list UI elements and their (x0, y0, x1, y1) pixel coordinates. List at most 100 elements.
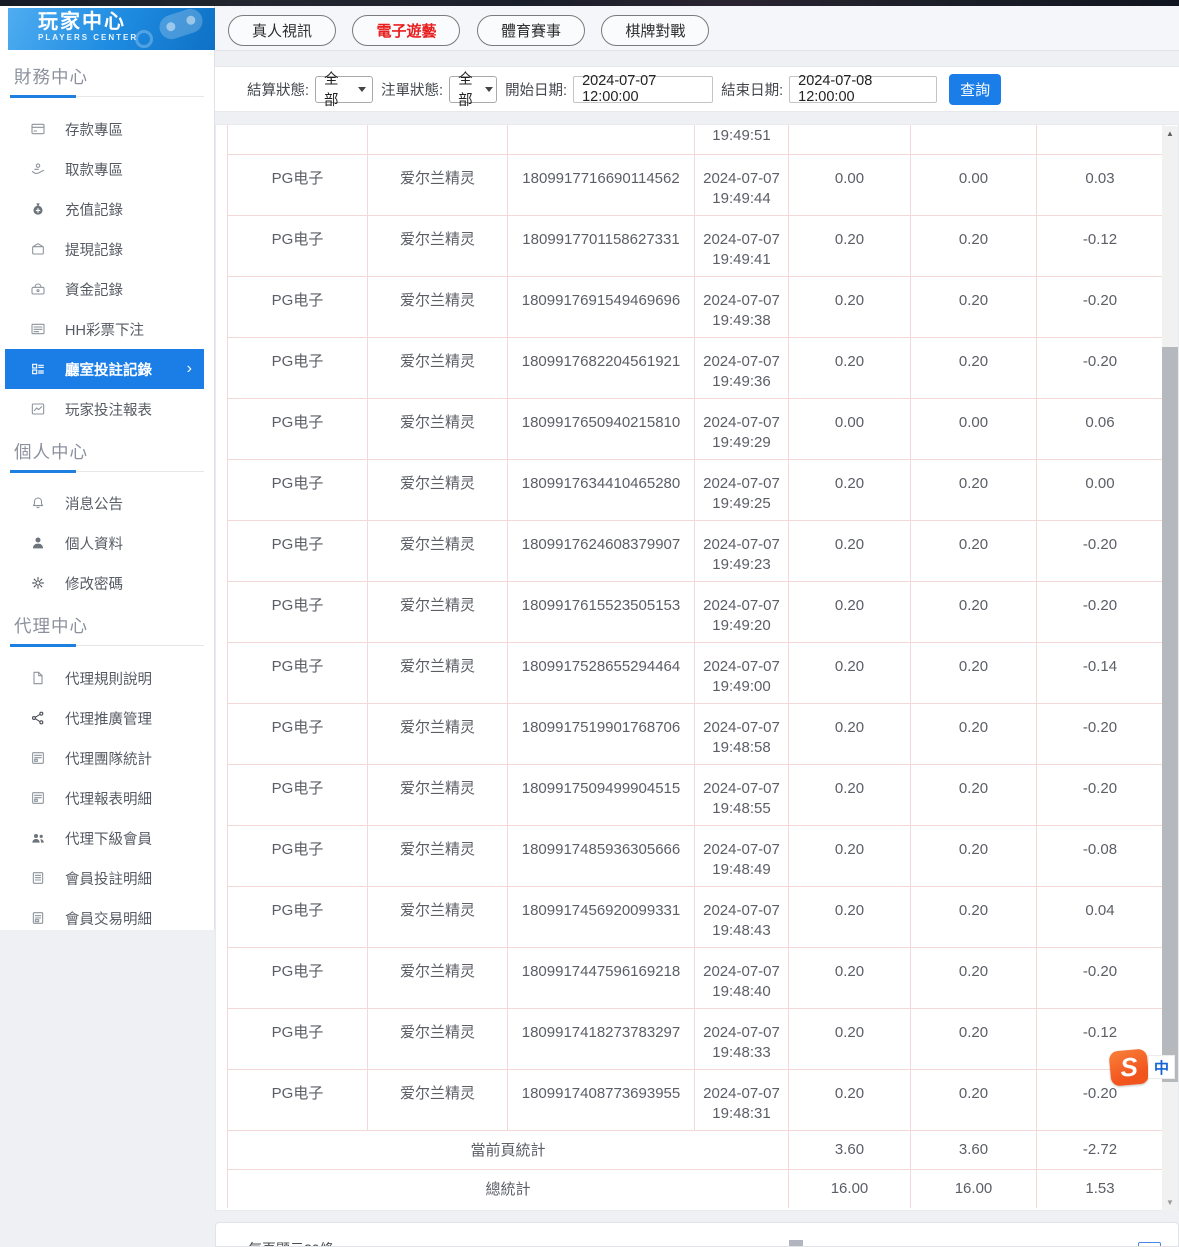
settle-status-select[interactable]: 全部 (315, 72, 374, 109)
cell-valid-amount: 0.20 (910, 702, 1037, 765)
total-summary-profit: 1.53 (1036, 1168, 1164, 1208)
cell-provider: PG电子 (227, 580, 368, 643)
cell-provider: PG电子 (227, 336, 368, 399)
table-row: PG电子 爱尔兰精灵 1809917634410465280 2024-07-0… (227, 458, 1164, 521)
cell-bet-amount: 0.20 (788, 275, 911, 338)
circle-decoration (135, 30, 153, 48)
app-subtitle: PLAYERS CENTER (38, 33, 139, 42)
sidebar-item-member-transaction-detail[interactable]: 會員交易明細 (0, 898, 214, 938)
search-button[interactable]: 查詢 (949, 73, 1002, 105)
sidebar-item-deposit[interactable]: 存款專區 (0, 109, 214, 149)
person-icon (30, 535, 46, 551)
cell-provider: PG电子 (227, 763, 368, 826)
sidebar-item-player-report[interactable]: 玩家投注報表 (0, 389, 214, 429)
section-divider (10, 95, 204, 98)
cell-game: 爱尔兰精灵 (367, 641, 508, 704)
chevron-right-icon: › (186, 360, 192, 377)
bell-icon (30, 495, 46, 511)
withdraw-hand-icon (30, 161, 46, 177)
table-row: PG电子 爱尔兰精灵 1809917408773693955 2024-07-0… (227, 1068, 1164, 1131)
sidebar-item-change-password[interactable]: 修改密碼 (0, 563, 214, 603)
tab-sports[interactable]: 體育賽事 (476, 15, 585, 46)
cell-profit: -0.12 (1036, 214, 1164, 277)
section-title-agent: 代理中心 (14, 616, 88, 636)
sidebar-item-agent-rules[interactable]: 代理規則說明 (0, 658, 214, 698)
cell-bet-time: 2024-07-07 19:48:49 (694, 824, 789, 887)
cell-valid-amount: 0.20 (910, 214, 1037, 277)
sidebar-item-agent-report-detail[interactable]: 代理報表明細 (0, 778, 214, 818)
sidebar-item-funds-record[interactable]: 資金記錄 (0, 269, 214, 309)
cell-profit: 0.00 (1036, 458, 1164, 521)
cell-game: 爱尔兰精灵 (367, 519, 508, 582)
cell-bet-id: 1809917519901768706 (507, 702, 695, 765)
cell-profit: -0.20 (1036, 580, 1164, 643)
cell-profit: 0.03 (1036, 153, 1164, 216)
cell-bet-time: 2024-07-07 19:49:00 (694, 641, 789, 704)
cell-valid-amount: 0.20 (910, 885, 1037, 948)
sidebar-item-member-bet-detail[interactable]: 會員投註明細 (0, 858, 214, 898)
cell-bet-id: 1809917418273783297 (507, 1007, 695, 1070)
cell-provider: PG电子 (227, 702, 368, 765)
sidebar: 玩家中心 PLAYERS CENTER 財務中心 存款專區 取款專區 充值記錄 … (0, 6, 215, 930)
cell-valid-amount: 0.20 (910, 763, 1037, 826)
people-icon (30, 830, 46, 846)
start-date-input[interactable]: 2024-07-07 12:00:00 (573, 73, 714, 105)
cell-bet-amount: 0.20 (788, 702, 911, 765)
cell-bet-id: 1809917624608379907 (507, 519, 695, 582)
cell-profit: -0.20 (1036, 946, 1164, 1009)
cell-valid-amount: 0.20 (910, 824, 1037, 887)
chevron-down-icon (358, 86, 367, 92)
sidebar-item-profile[interactable]: 個人資料 (0, 523, 214, 563)
cell-bet-id: 1809917456920099331 (507, 885, 695, 948)
sidebar-item-recharge-record[interactable]: 充值記錄 (0, 189, 214, 229)
cell-bet-amount: 0.20 (788, 336, 911, 399)
ime-widget: S 中 (1108, 1048, 1176, 1090)
sidebar-item-lottery-bets[interactable]: HH彩票下注 (0, 309, 214, 349)
scroll-up-button[interactable]: ▲ (1162, 129, 1178, 138)
vertical-scrollbar[interactable]: ▲ ▼ (1162, 126, 1178, 1211)
cell-bet-time: 2024-07-07 19:48:40 (694, 946, 789, 1009)
cell-bet-time: 19:49:51 (694, 125, 789, 155)
gear-icon (30, 575, 46, 591)
start-date-label: 開始日期: (505, 82, 568, 99)
sidebar-item-agent-sub-members[interactable]: 代理下級會員 (0, 818, 214, 858)
cell-profit: -0.20 (1036, 763, 1164, 826)
cell-bet-time: 2024-07-07 19:49:25 (694, 458, 789, 521)
table-row: PG电子 爱尔兰精灵 1809917615523505153 2024-07-0… (227, 580, 1164, 643)
scrollbar-thumb[interactable] (1162, 347, 1178, 1082)
sidebar-item-room-bet-record[interactable]: 廳室投註記錄 › (5, 349, 204, 389)
sidebar-item-withdrawal-record[interactable]: 提現記錄 (0, 229, 214, 269)
current-page-box[interactable] (1138, 1242, 1161, 1246)
tab-slot-games[interactable]: 電子遊藝 (352, 15, 461, 46)
cell-valid-amount: 0.20 (910, 1007, 1037, 1070)
cell-bet-amount: 0.20 (788, 1007, 911, 1070)
total-summary-valid: 16.00 (910, 1168, 1037, 1208)
cell-game: 爱尔兰精灵 (367, 397, 508, 460)
end-date-input[interactable]: 2024-07-08 12:00:00 (789, 73, 938, 105)
scroll-down-button[interactable]: ▼ (1162, 1198, 1178, 1207)
purse-icon (30, 281, 46, 297)
tab-live-casino[interactable]: 真人視訊 (228, 15, 337, 46)
tab-board-games[interactable]: 棋牌對戰 (601, 15, 710, 46)
category-tabs-bar: 真人視訊 電子遊藝 體育賽事 棋牌對戰 (215, 6, 1179, 51)
cell-provider: PG电子 (227, 885, 368, 948)
ime-lang-indicator[interactable]: 中 (1148, 1055, 1175, 1079)
table-row: PG电子 爱尔兰精灵 1809917650940215810 2024-07-0… (227, 397, 1164, 460)
cell-provider: PG电子 (227, 519, 368, 582)
sidebar-item-withdraw[interactable]: 取款專區 (0, 149, 214, 189)
order-status-select[interactable]: 全部 (449, 72, 498, 109)
cell-profit: -0.14 (1036, 641, 1164, 704)
pagination-control[interactable] (789, 1240, 803, 1246)
sidebar-item-agent-promotion[interactable]: 代理推廣管理 (0, 698, 214, 738)
sidebar-item-agent-team-stats[interactable]: 代理團隊統計 (0, 738, 214, 778)
sogou-ime-icon[interactable]: S (1108, 1048, 1150, 1087)
sidebar-item-announcements[interactable]: 消息公告 (0, 483, 214, 523)
section-divider (10, 470, 204, 473)
order-status-label: 注單狀態: (381, 82, 444, 99)
cell-bet-amount: 0.20 (788, 824, 911, 887)
cell-game: 爱尔兰精灵 (367, 580, 508, 643)
cell-profit: -0.08 (1036, 824, 1164, 887)
table-row: PG电子 爱尔兰精灵 1809917509499904515 2024-07-0… (227, 763, 1164, 826)
deposit-card-icon (30, 121, 46, 137)
section-title-finance: 財務中心 (14, 67, 88, 87)
